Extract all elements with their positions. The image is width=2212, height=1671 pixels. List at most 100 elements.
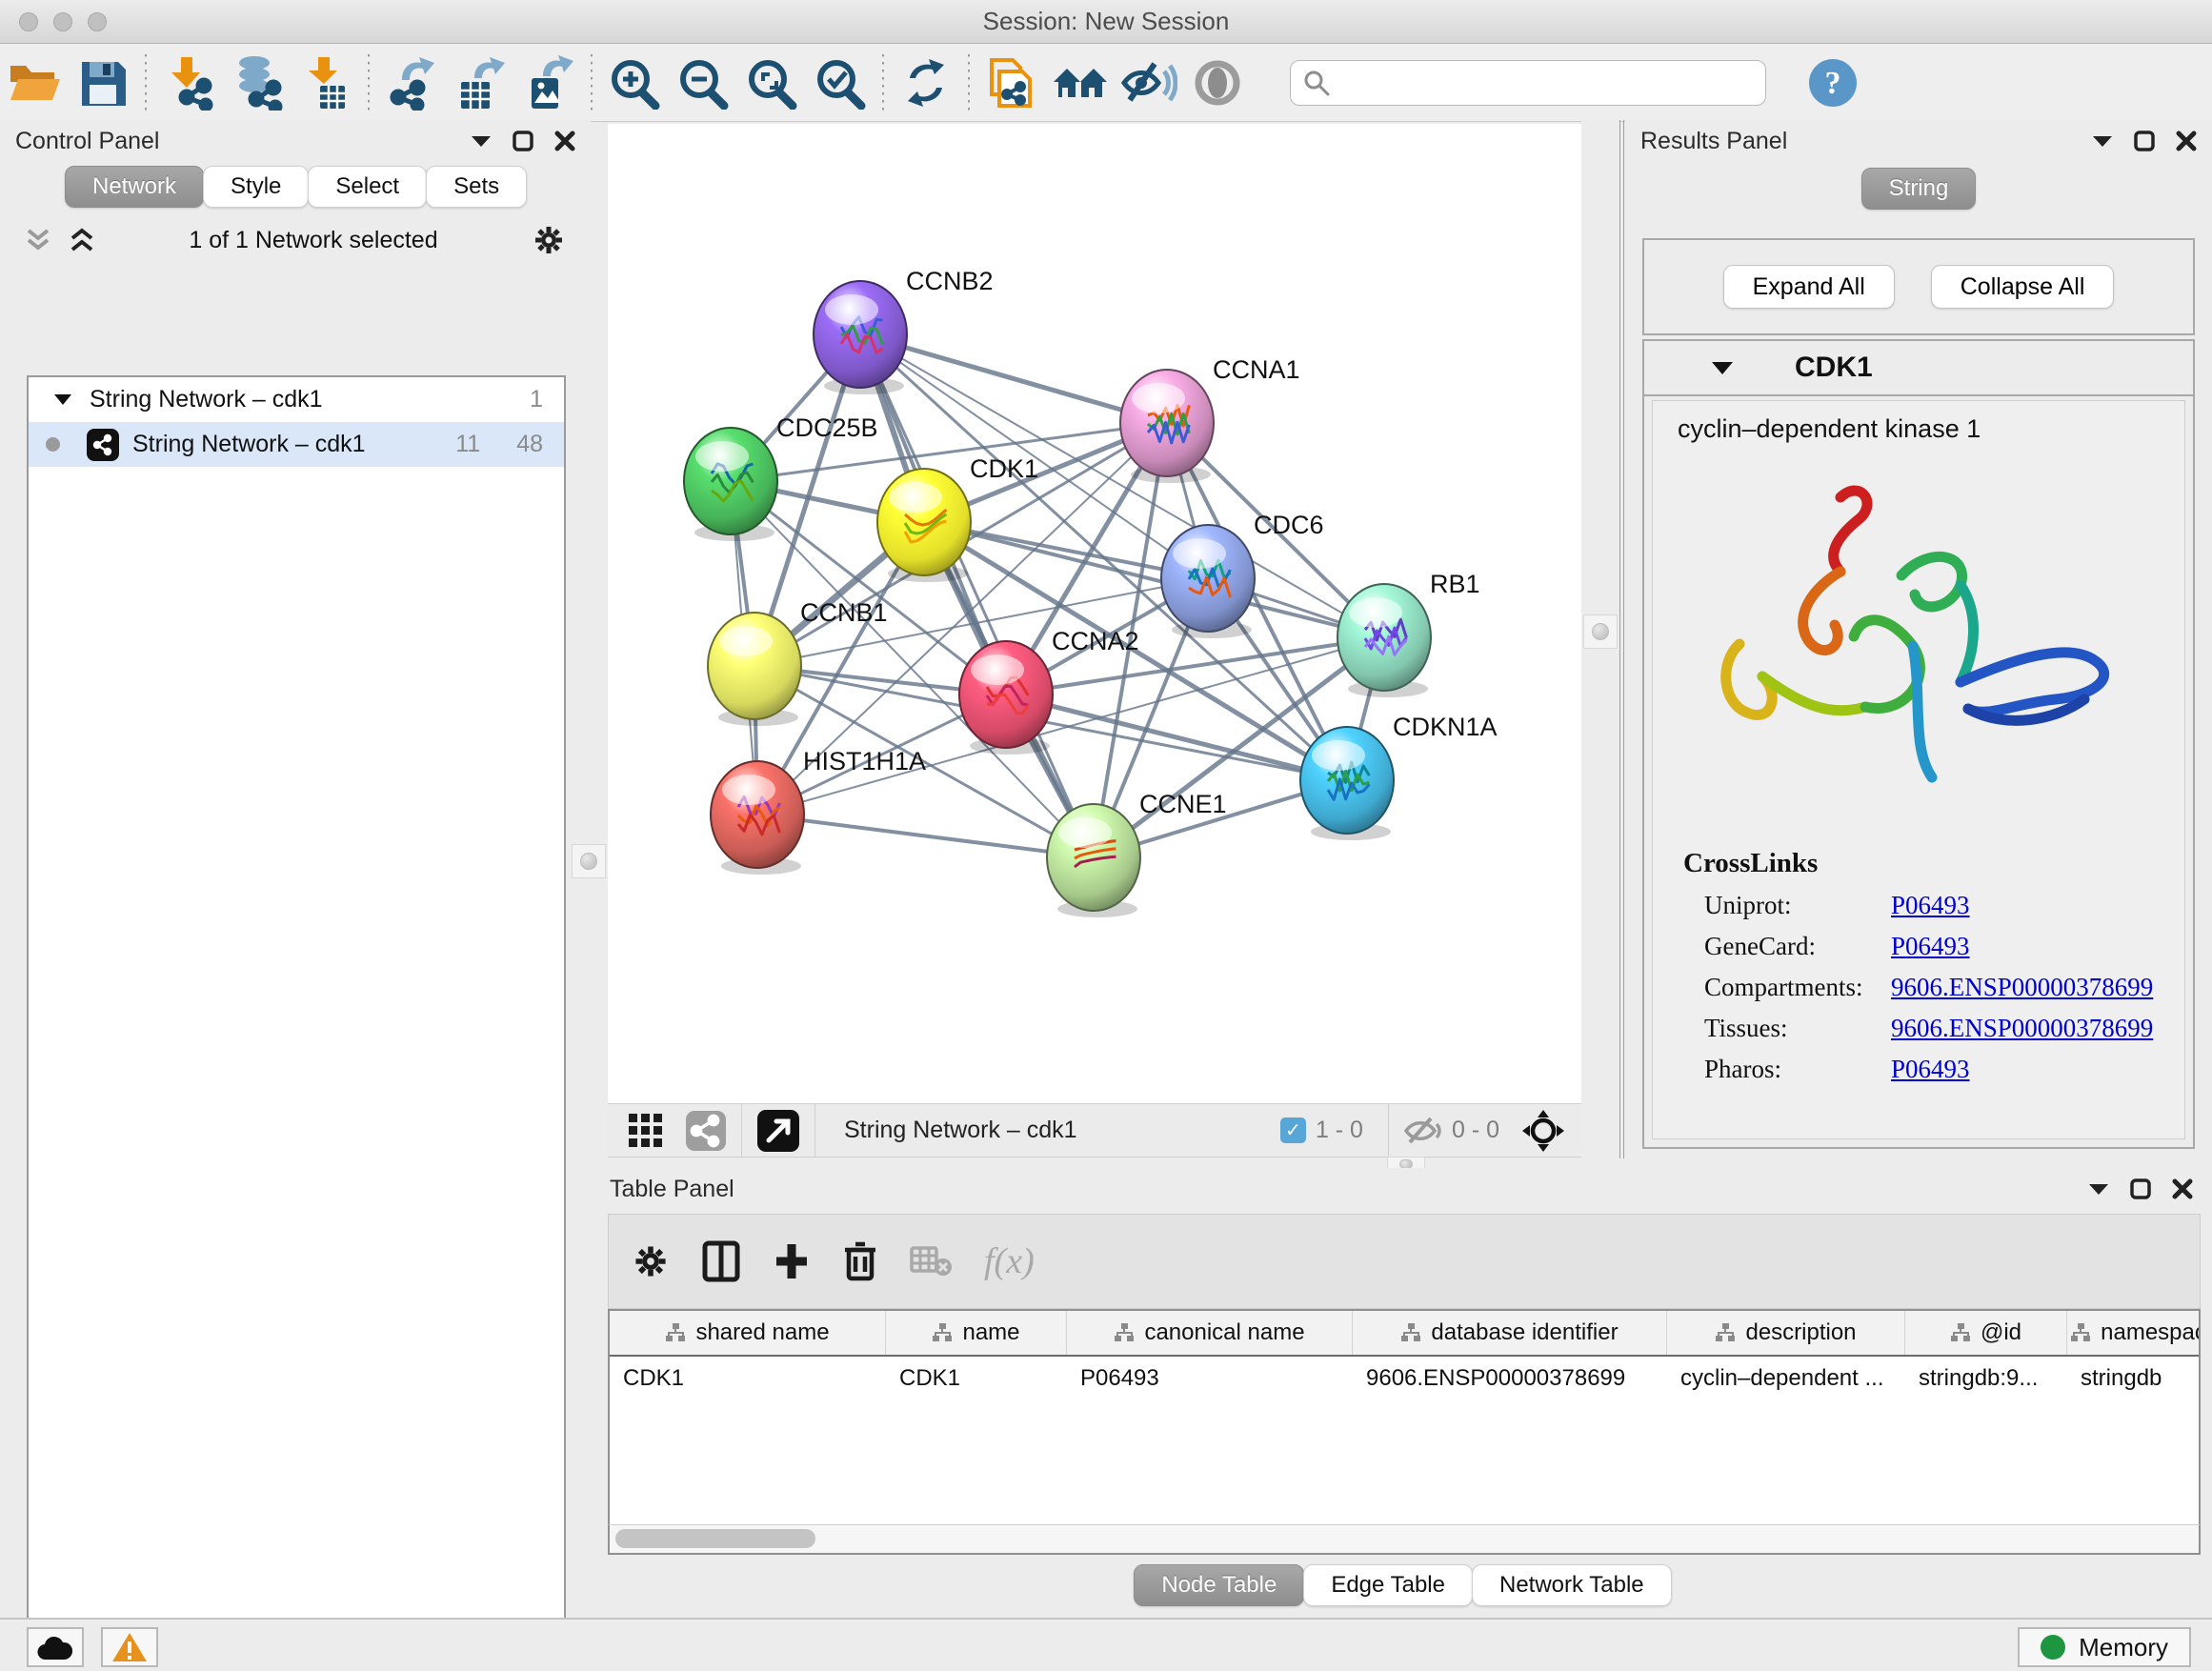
search-field[interactable]: [1290, 60, 1766, 106]
panel-menu-icon[interactable]: [471, 134, 492, 148]
float-panel-icon[interactable]: [2134, 131, 2155, 151]
hide-all-panels-button[interactable]: [1115, 51, 1183, 114]
right-splitter-handle[interactable]: [1583, 614, 1618, 649]
export-image-button[interactable]: [514, 51, 583, 114]
crosslink-link[interactable]: P06493: [1891, 932, 1970, 961]
tab-select[interactable]: Select: [308, 166, 427, 208]
show-columns-icon[interactable]: [702, 1240, 740, 1282]
column-header-database-identifier[interactable]: database identifier: [1353, 1311, 1667, 1355]
panel-menu-icon[interactable]: [2088, 1182, 2109, 1196]
network-collection-row[interactable]: String Network – cdk1 1: [29, 377, 564, 422]
refresh-button[interactable]: [892, 51, 960, 114]
network-edge[interactable]: [860, 334, 1094, 857]
result-entry-header[interactable]: CDK1: [1644, 341, 2193, 396]
crosslink-row: Tissues:9606.ENSP00000378699: [1704, 1014, 2184, 1043]
crosslink-link[interactable]: P06493: [1891, 891, 1970, 920]
table-cell[interactable]: cyclin–dependent ...: [1667, 1365, 1905, 1392]
panel-menu-icon[interactable]: [2092, 134, 2113, 148]
add-column-icon[interactable]: [773, 1240, 811, 1282]
cloud-status-button[interactable]: [27, 1627, 84, 1667]
open-cybrowser-button[interactable]: [977, 51, 1046, 114]
table-options-gear-icon[interactable]: [632, 1242, 670, 1280]
delete-column-icon[interactable]: [843, 1240, 877, 1282]
collection-expand-caret-icon[interactable]: [53, 393, 72, 406]
import-network-database-button[interactable]: [223, 51, 292, 114]
tab-node-table[interactable]: Node Table: [1134, 1564, 1304, 1606]
tab-edge-table[interactable]: Edge Table: [1303, 1564, 1473, 1606]
table-row[interactable]: CDK1CDK1P064939606.ENSP00000378699cyclin…: [610, 1357, 2199, 1400]
export-table-button[interactable]: [446, 51, 514, 114]
network-node-cdk1[interactable]: CDK1: [877, 454, 1038, 582]
close-panel-icon[interactable]: [2172, 1178, 2193, 1199]
open-session-button[interactable]: [0, 51, 69, 114]
selected-indicator-checkbox[interactable]: ✓: [1280, 1117, 1306, 1143]
table-cell[interactable]: P06493: [1067, 1365, 1353, 1392]
table-panel: Table Panel: [593, 1168, 2212, 1618]
zoom-fit-button[interactable]: [737, 51, 806, 114]
network-node-rb1[interactable]: RB1: [1337, 570, 1480, 697]
crosslink-link[interactable]: 9606.ENSP00000378699: [1891, 973, 2153, 1002]
memory-button[interactable]: Memory: [2018, 1627, 2191, 1667]
zoom-in-button[interactable]: [600, 51, 669, 114]
entry-collapse-caret-icon[interactable]: [1711, 361, 1734, 375]
expand-all-networks-icon[interactable]: [25, 228, 51, 252]
search-input[interactable]: [1331, 70, 1740, 96]
network-row[interactable]: String Network – cdk1 11 48: [29, 422, 564, 467]
network-node-cdc25b[interactable]: CDC25B: [684, 413, 878, 541]
float-panel-icon[interactable]: [513, 131, 533, 151]
show-grid-button[interactable]: [629, 1114, 663, 1148]
network-birdseye-button[interactable]: [686, 1111, 726, 1151]
tab-sets[interactable]: Sets: [426, 166, 527, 208]
network-options-gear-icon[interactable]: [532, 223, 566, 257]
crosslink-row: Pharos:P06493: [1704, 1055, 2184, 1084]
close-panel-icon[interactable]: [2176, 131, 2197, 151]
float-panel-icon[interactable]: [2130, 1178, 2151, 1199]
export-network-button[interactable]: [377, 51, 446, 114]
show-all-panels-button[interactable]: [1046, 51, 1115, 114]
warnings-button[interactable]: [101, 1627, 158, 1667]
table-cell[interactable]: stringdb:9...: [1905, 1365, 2067, 1392]
table-cell[interactable]: CDK1: [610, 1365, 886, 1392]
column-header-description[interactable]: description: [1667, 1311, 1905, 1355]
expand-all-button[interactable]: Expand All: [1723, 265, 1895, 309]
export-image-icon: [522, 55, 575, 111]
column-header-namespac[interactable]: namespac: [2067, 1311, 2201, 1355]
scrollbar-thumb[interactable]: [615, 1529, 815, 1548]
tab-style[interactable]: Style: [203, 166, 309, 208]
network-node-hist1h1a[interactable]: HIST1H1A: [711, 747, 926, 875]
left-splitter-handle[interactable]: [572, 844, 606, 878]
import-table-file-button[interactable]: [292, 51, 360, 114]
grayscale-mode-button[interactable]: [1183, 51, 1252, 114]
network-node-cdkn1a[interactable]: CDKN1A: [1300, 713, 1498, 840]
help-button[interactable]: ?: [1799, 51, 1867, 114]
table-cell[interactable]: 9606.ENSP00000378699: [1353, 1365, 1667, 1392]
tab-network-table[interactable]: Network Table: [1472, 1564, 1672, 1606]
table-horizontal-scrollbar[interactable]: [608, 1524, 2201, 1555]
network-node-ccne1[interactable]: CCNE1: [1047, 790, 1227, 917]
network-canvas[interactable]: CCNB2CCNA1CDC25BCDK1CDC6RB1CCNB1CCNA2CDK…: [608, 124, 1581, 1103]
tab-network[interactable]: Network: [65, 166, 204, 208]
detach-view-button[interactable]: [757, 1110, 799, 1152]
tab-string-results[interactable]: String: [1861, 168, 1977, 210]
crosshair-move-icon[interactable]: [1522, 1110, 1564, 1152]
column-header--id[interactable]: @id: [1905, 1311, 2067, 1355]
column-header-canonical-name[interactable]: canonical name: [1067, 1311, 1353, 1355]
zoom-out-button[interactable]: [669, 51, 737, 114]
table-cell[interactable]: stringdb: [2067, 1365, 2201, 1392]
table-toolbar: f(x): [608, 1214, 2201, 1309]
network-edge[interactable]: [757, 815, 1094, 857]
crosslink-link[interactable]: P06493: [1891, 1055, 1970, 1084]
column-header-name[interactable]: name: [886, 1311, 1067, 1355]
hidden-eye-icon[interactable]: [1404, 1116, 1442, 1146]
column-header-shared-name[interactable]: shared name: [610, 1311, 886, 1355]
table-cell[interactable]: CDK1: [886, 1365, 1067, 1392]
save-session-button[interactable]: [69, 51, 137, 114]
network-node-cdc6[interactable]: CDC6: [1161, 511, 1324, 638]
network-node-ccnb1[interactable]: CCNB1: [708, 598, 888, 726]
zoom-selected-button[interactable]: [806, 51, 875, 114]
crosslink-link[interactable]: 9606.ENSP00000378699: [1891, 1014, 2153, 1043]
import-network-file-button[interactable]: [154, 51, 223, 114]
collapse-all-button[interactable]: Collapse All: [1931, 265, 2115, 309]
close-panel-icon[interactable]: [554, 131, 575, 151]
collapse-all-networks-icon[interactable]: [69, 228, 95, 252]
